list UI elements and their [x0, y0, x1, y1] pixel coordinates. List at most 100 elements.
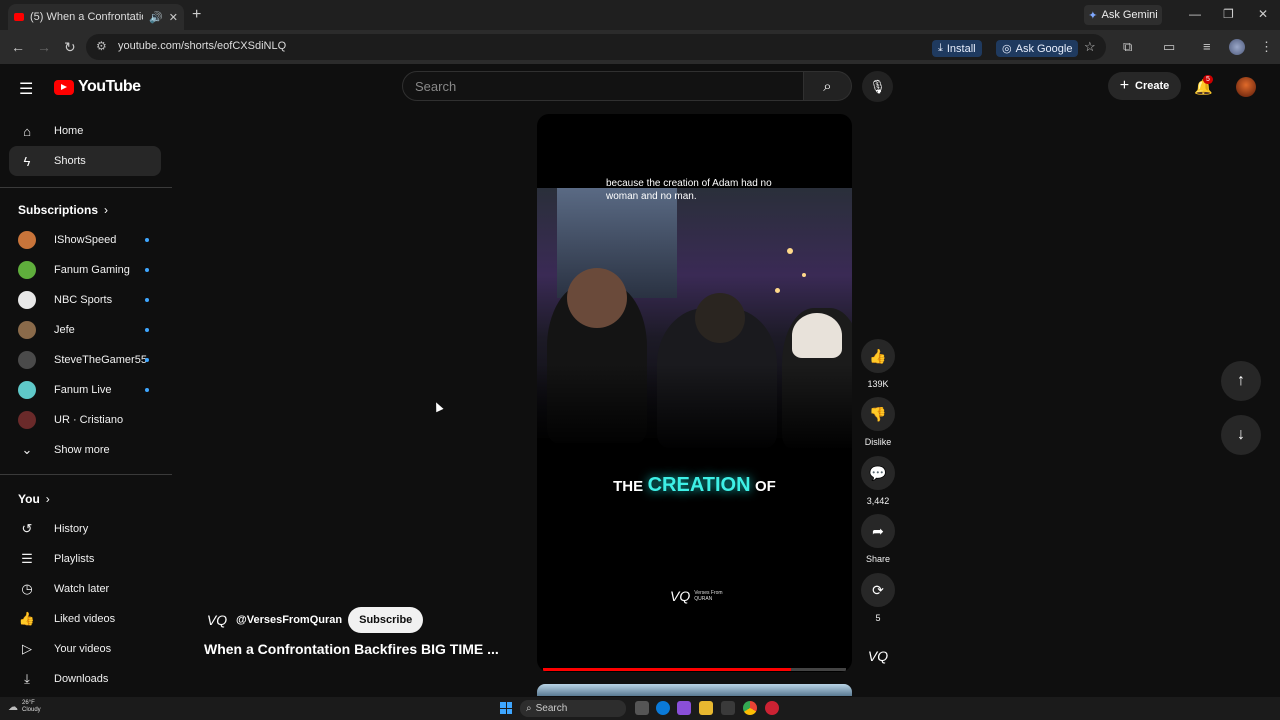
media-controls-icon[interactable]: ≡	[1203, 39, 1211, 54]
voice-search-button[interactable]: 🎙	[862, 71, 893, 102]
copilot-icon[interactable]	[677, 701, 691, 715]
previous-short-button[interactable]: ↑	[1221, 361, 1261, 401]
search-box	[402, 71, 804, 101]
app-icon[interactable]	[765, 701, 779, 715]
channel-avatar	[18, 351, 36, 369]
you-heading[interactable]: You ›	[18, 492, 50, 506]
sidebar-item-label: Fanum Live	[54, 384, 112, 396]
forward-icon[interactable]: →	[37, 39, 51, 55]
home-icon: ⌂	[23, 123, 31, 139]
edge-icon[interactable]	[656, 701, 670, 715]
sidebar-item-jefe[interactable]: Jefe	[9, 315, 161, 345]
address-bar[interactable]: ⚙ youtube.com/shorts/eofCXSdiNLQ ⤓ Insta…	[86, 34, 1106, 60]
youtube-logo[interactable]: YouTube	[54, 78, 141, 96]
reload-icon[interactable]: ↻	[64, 39, 76, 56]
new-content-dot	[145, 388, 149, 392]
comments-button[interactable]: 💬	[861, 456, 895, 490]
sidebar-item-downloads[interactable]: ⤓ Downloads	[9, 664, 161, 694]
next-short-preview[interactable]	[537, 684, 852, 696]
video-watermark: VQ Verses From QURAN	[670, 588, 723, 604]
video-person-head	[695, 293, 745, 343]
sidebar-item-history[interactable]: ↺ History	[9, 514, 161, 544]
weather-widget[interactable]: ☁ 26°F Cloudy	[8, 700, 41, 714]
search-button[interactable]: ⌕	[804, 71, 852, 101]
like-button[interactable]: 👍	[861, 339, 895, 373]
browser-profile-icon[interactable]	[1229, 39, 1245, 55]
sidebar-item-fanum-live[interactable]: Fanum Live	[9, 375, 161, 405]
sidebar-item-label: Show more	[54, 444, 110, 456]
install-button[interactable]: ⤓ Install	[932, 40, 982, 57]
sidebar-item-label: IShowSpeed	[54, 234, 117, 246]
subscriptions-heading-label: Subscriptions	[18, 203, 99, 217]
extensions-icon[interactable]: ⧉	[1123, 39, 1132, 55]
cast-icon[interactable]: ▭	[1163, 39, 1175, 55]
short-video-player[interactable]: because the creation of Adam had no woma…	[537, 114, 852, 672]
sidebar-item-label: Fanum Gaming	[54, 264, 130, 276]
ask-google-button[interactable]: ◎ Ask Google	[996, 40, 1079, 57]
taskbar-search[interactable]: ⌕ Search	[520, 700, 626, 717]
thumbs-down-icon: 👎	[869, 405, 887, 422]
remix-button[interactable]: ⟳	[861, 573, 895, 607]
channel-handle[interactable]: @VersesFromQuran	[236, 614, 342, 626]
subscribe-button[interactable]: Subscribe	[348, 607, 424, 633]
restore-icon[interactable]: ❐	[1223, 7, 1234, 21]
chrome-icon[interactable]	[743, 701, 757, 715]
subscriptions-heading[interactable]: Subscriptions ›	[18, 203, 108, 217]
site-info-icon[interactable]: ⚙	[96, 39, 107, 53]
search-input[interactable]	[403, 72, 803, 100]
sidebar-show-more[interactable]: ⌄ Show more	[9, 435, 161, 465]
watermark-logo: VQ	[670, 588, 691, 604]
minimize-icon[interactable]: —	[1189, 7, 1201, 21]
ask-gemini-button[interactable]: ✦ Ask Gemini	[1084, 5, 1162, 25]
video-light	[802, 273, 806, 277]
sound-channel-avatar[interactable]: VQ	[866, 648, 890, 666]
windows-start-icon[interactable]	[500, 702, 512, 714]
file-explorer-icon[interactable]	[699, 701, 713, 715]
sidebar-item-watch-later[interactable]: ◷ Watch later	[9, 574, 161, 604]
create-button[interactable]: + Create	[1108, 72, 1181, 100]
task-view-icon[interactable]	[635, 701, 649, 715]
sidebar-item-playlists[interactable]: ☰ Playlists	[9, 544, 161, 574]
thumbs-up-icon: 👍	[869, 347, 887, 364]
sidebar-item-label: Downloads	[54, 673, 109, 685]
sidebar-item-your-videos[interactable]: ▷ Your videos	[9, 634, 161, 664]
share-button[interactable]: ➦	[861, 514, 895, 548]
close-tab-icon[interactable]: ✕	[169, 11, 178, 24]
menu-hamburger-icon[interactable]: ☰	[19, 79, 33, 99]
sidebar-item-ishowspeed[interactable]: IShowSpeed	[9, 225, 161, 255]
close-window-icon[interactable]: ✕	[1258, 7, 1268, 21]
youtube-header: ☰ YouTube ⌕ 🎙 + Create 🔔 5	[0, 64, 1280, 110]
browser-tab[interactable]: (5) When a Confrontation B 🔊 ✕	[8, 4, 184, 30]
big-caption-word: THE	[613, 478, 644, 495]
sidebar-item-ur-cristiano[interactable]: UR · Cristiano	[9, 405, 161, 435]
channel-avatar[interactable]: VQ	[204, 607, 230, 633]
video-person-head	[567, 268, 627, 328]
sidebar-item-nbc-sports[interactable]: NBC Sports	[9, 285, 161, 315]
sidebar-item-shorts[interactable]: ϟ Shorts	[9, 146, 161, 176]
back-icon[interactable]: ←	[11, 39, 25, 55]
video-progress-bar[interactable]	[543, 668, 846, 671]
store-icon[interactable]	[721, 701, 735, 715]
share-action: ➦ Share	[861, 514, 895, 564]
your-videos-icon: ▷	[22, 641, 32, 656]
next-short-button[interactable]: ↓	[1221, 415, 1261, 455]
chevron-right-icon: ›	[45, 492, 50, 506]
dislike-button[interactable]: 👎	[861, 397, 895, 431]
sidebar-item-stevethegamer55[interactable]: SteveTheGamer55	[9, 345, 161, 375]
video-light	[775, 288, 780, 293]
video-light	[787, 248, 793, 254]
install-icon: ⤓	[938, 42, 943, 54]
browser-menu-icon[interactable]: ⋮	[1260, 39, 1273, 55]
sidebar-item-fanum-gaming[interactable]: Fanum Gaming	[9, 255, 161, 285]
sidebar-item-liked-videos[interactable]: 👍 Liked videos	[9, 604, 161, 634]
taskbar-search-label: Search	[535, 703, 568, 714]
sidebar-item-home[interactable]: ⌂ Home	[9, 116, 161, 146]
bookmark-star-icon[interactable]: ☆	[1084, 39, 1096, 55]
new-content-dot	[145, 328, 149, 332]
new-tab-button[interactable]: +	[192, 6, 201, 24]
user-avatar[interactable]	[1236, 77, 1256, 97]
video-title[interactable]: When a Confrontation Backfires BIG TIME …	[204, 641, 499, 657]
url-text[interactable]: youtube.com/shorts/eofCXSdiNLQ	[118, 40, 286, 52]
speaker-icon[interactable]: 🔊	[149, 11, 163, 24]
youtube-favicon-icon	[14, 13, 24, 21]
